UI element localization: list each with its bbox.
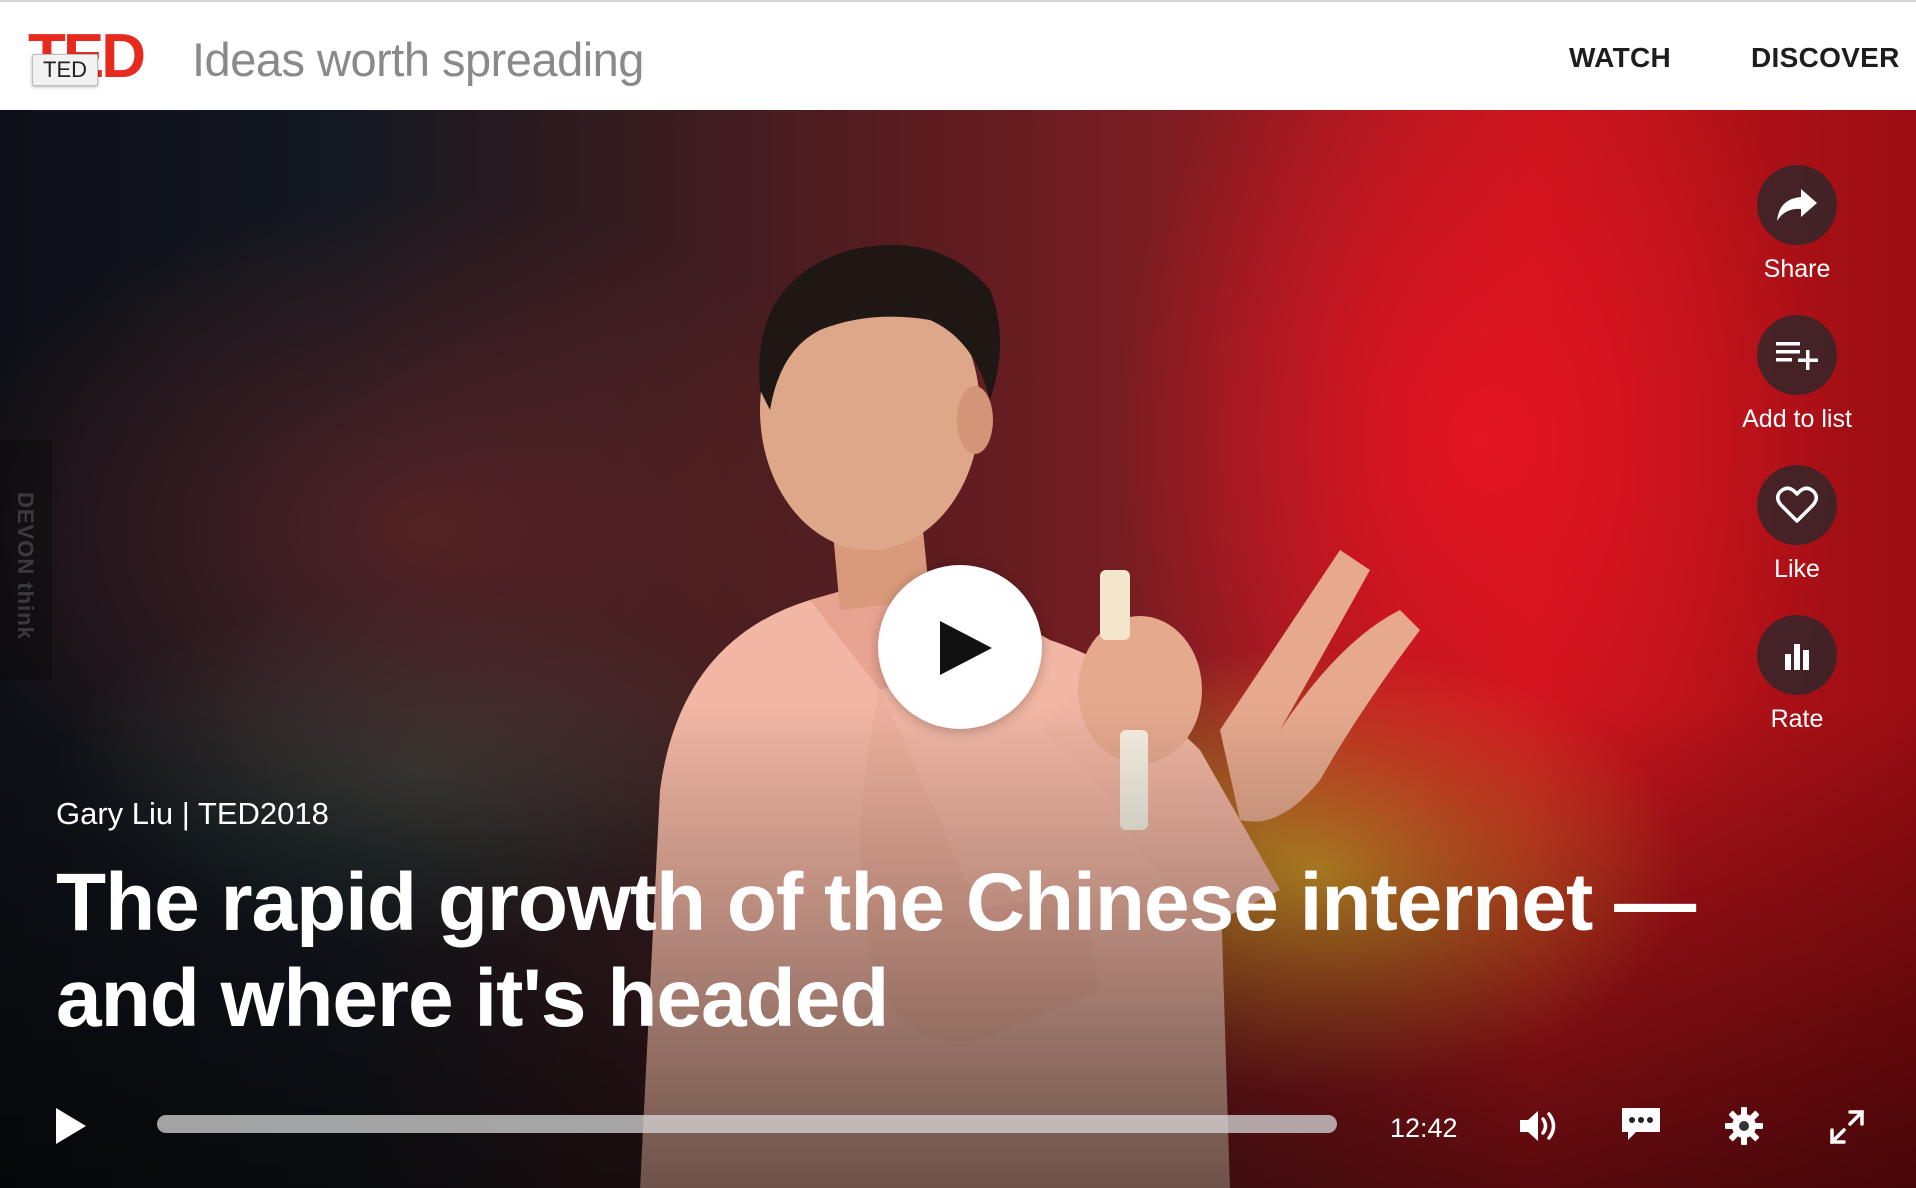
logo-tooltip: TED <box>32 54 98 86</box>
video-player[interactable]: DEVON think Share Add to list Like Rate … <box>0 110 1916 1188</box>
rate-button[interactable] <box>1757 615 1837 695</box>
play-button[interactable] <box>54 1106 88 1151</box>
playlist-add-icon <box>1776 342 1818 370</box>
progress-bar[interactable] <box>157 1115 1337 1133</box>
talk-title: The rapid growth of the Chinese internet… <box>56 857 1696 1044</box>
play-icon <box>940 621 992 675</box>
share-action[interactable]: Share <box>1745 165 1849 284</box>
tagline: Ideas worth spreading <box>192 33 644 86</box>
heart-icon <box>1776 486 1818 523</box>
subtitles-icon <box>1622 1108 1660 1140</box>
share-icon <box>1777 189 1817 221</box>
play-icon <box>56 1108 86 1144</box>
like-action[interactable]: Like <box>1745 465 1849 584</box>
share-button[interactable] <box>1757 165 1837 245</box>
top-header: TED TED Ideas worth spreading WATCH DISC… <box>0 0 1916 110</box>
nav-discover[interactable]: DISCOVER <box>1751 42 1900 74</box>
gear-icon <box>1725 1107 1763 1145</box>
volume-icon <box>1520 1111 1556 1141</box>
add-to-list-action[interactable]: Add to list <box>1742 315 1852 434</box>
add-to-list-button[interactable] <box>1757 315 1837 395</box>
big-play-button[interactable] <box>878 565 1042 729</box>
settings-button[interactable] <box>1724 1106 1764 1151</box>
volume-button[interactable] <box>1518 1108 1562 1149</box>
add-to-list-label: Add to list <box>1742 405 1852 433</box>
rate-label: Rate <box>1770 705 1824 733</box>
duration-label: 12:42 <box>1390 1113 1458 1143</box>
rate-action[interactable]: Rate <box>1745 615 1849 734</box>
nav-watch[interactable]: WATCH <box>1569 42 1671 74</box>
speaker-event-label: Gary Liu | TED2018 <box>56 796 329 831</box>
fullscreen-icon <box>1830 1110 1864 1144</box>
bar-chart-icon <box>1785 644 1809 670</box>
side-watermark: DEVON think <box>13 492 38 640</box>
fullscreen-button[interactable] <box>1828 1108 1866 1151</box>
share-label: Share <box>1763 255 1831 283</box>
like-button[interactable] <box>1757 465 1837 545</box>
like-label: Like <box>1774 555 1820 583</box>
captions-button[interactable] <box>1620 1106 1662 1149</box>
